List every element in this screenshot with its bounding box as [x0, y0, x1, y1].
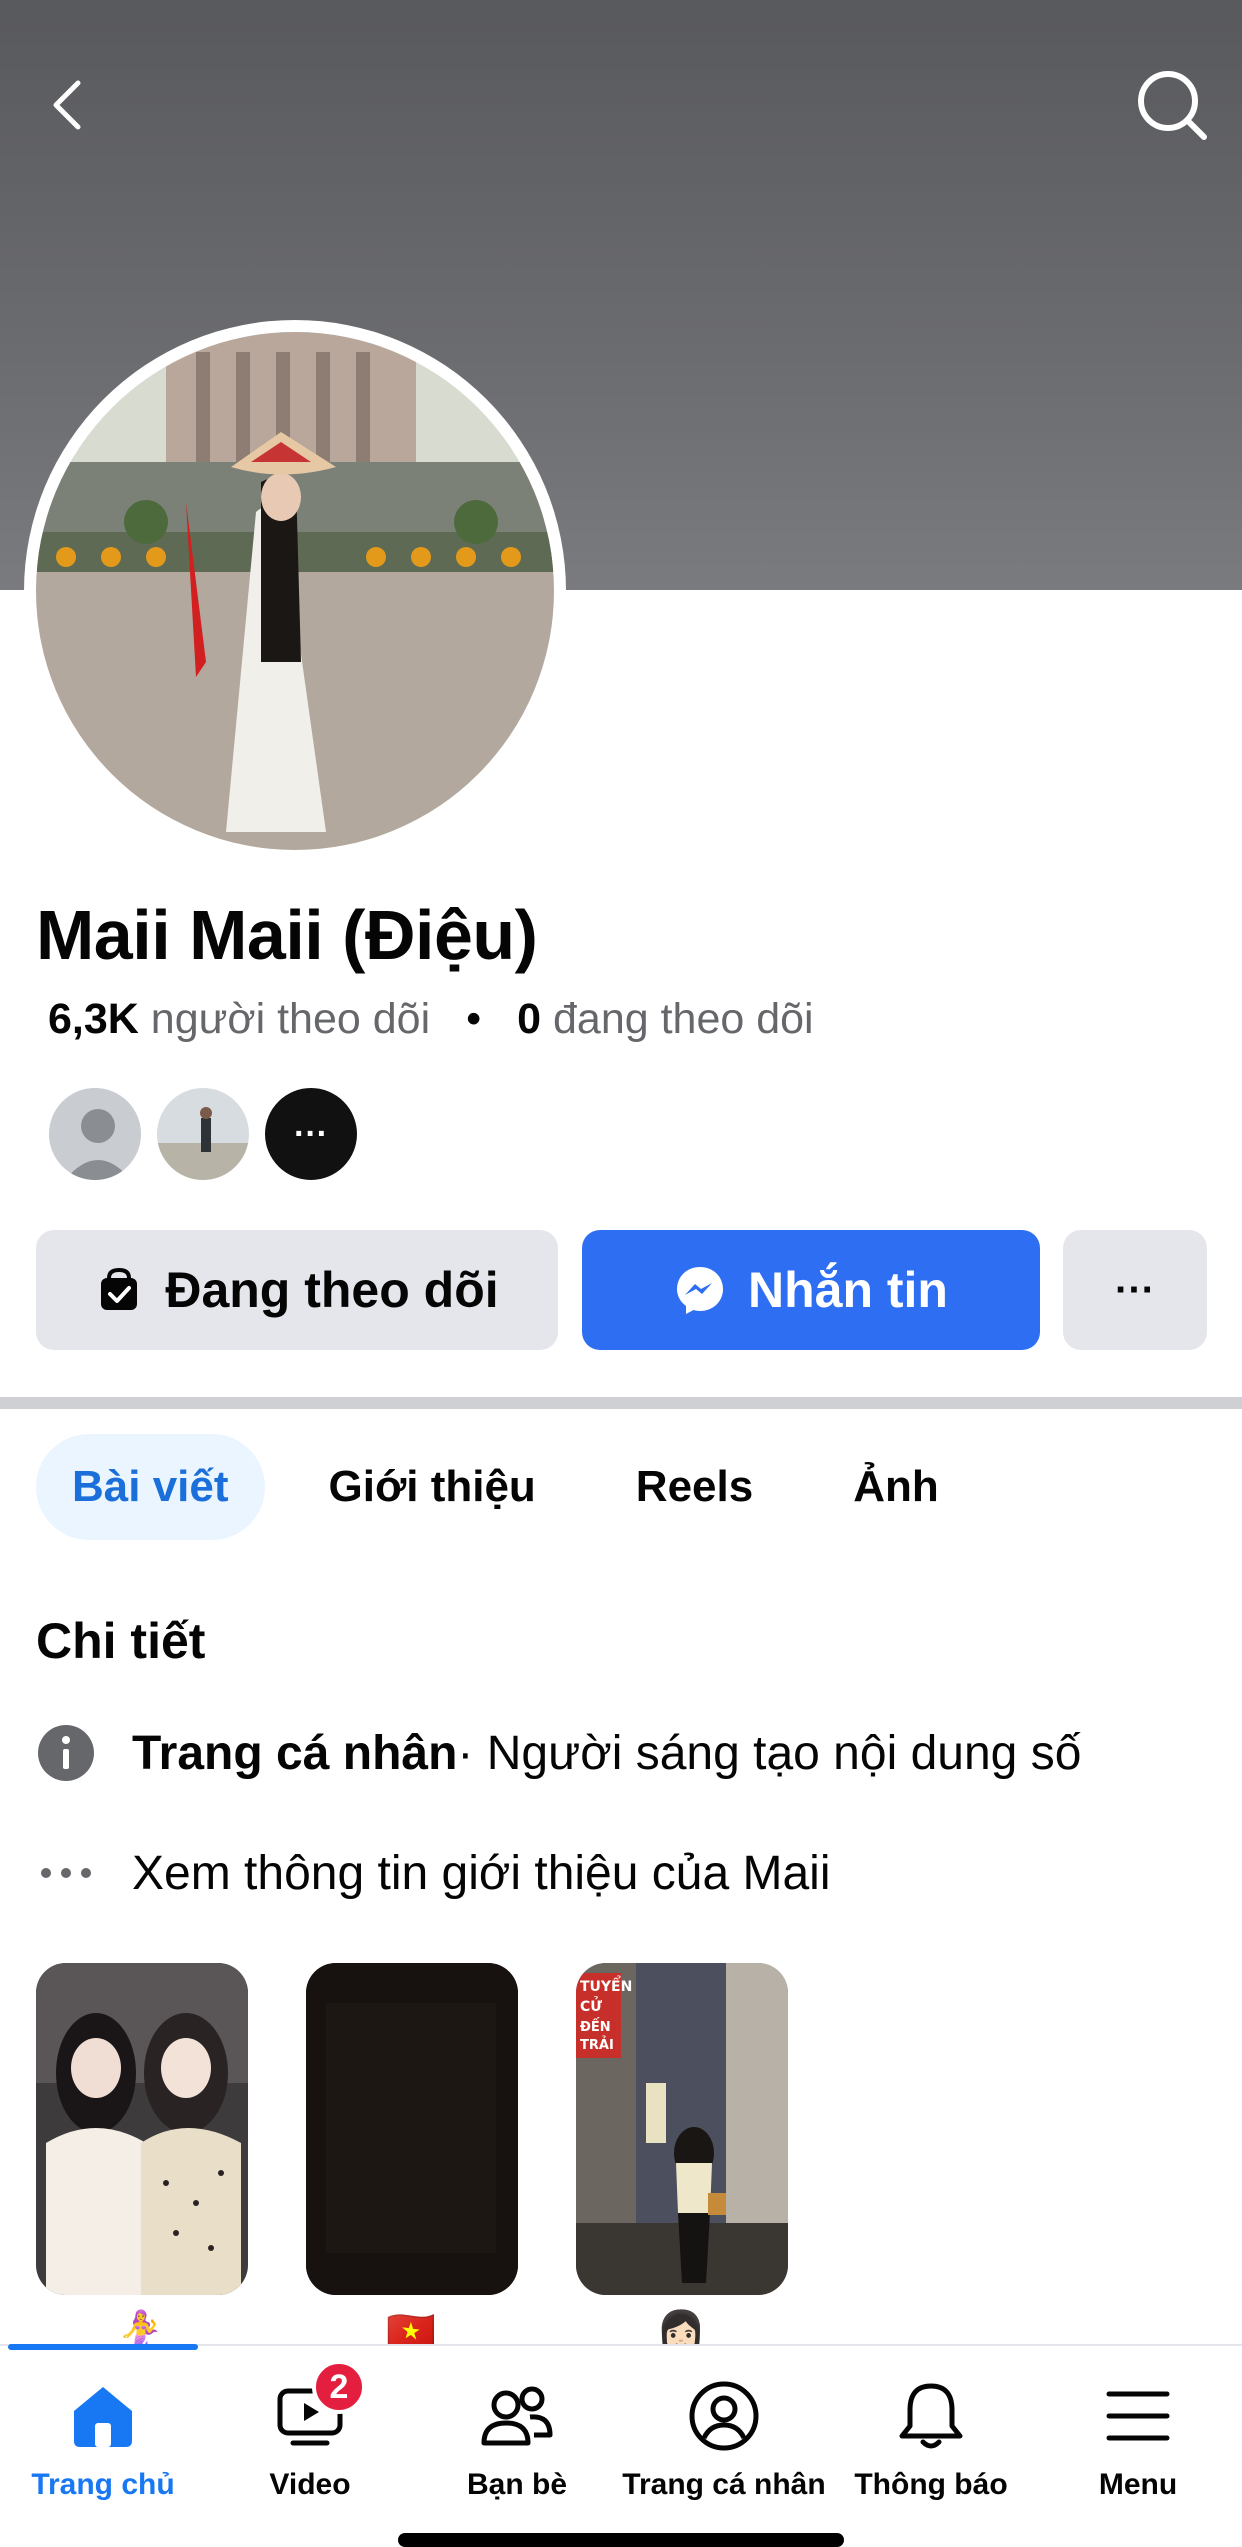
svg-text:TRẢI: TRẢI	[580, 2036, 614, 2053]
chevron-left-icon	[53, 80, 81, 130]
tabbar-menu[interactable]: Menu	[1033, 2376, 1242, 2502]
messenger-icon	[677, 1267, 723, 1314]
more-options-label: ···	[1115, 1267, 1155, 1312]
stats-separator: •	[466, 995, 482, 1043]
tabbar-video-label: Video	[269, 2468, 351, 2501]
profile-name: Maii Maii (Điệu)	[36, 896, 538, 974]
details-title: Chi tiết	[36, 1613, 206, 1669]
following-button[interactable]: Đang theo dõi	[36, 1230, 558, 1350]
home-icon	[63, 2376, 143, 2456]
default-avatar-icon	[49, 1088, 141, 1180]
tabbar-friends-label: Bạn bè	[466, 2468, 568, 2501]
friends-icon	[477, 2376, 557, 2456]
tabbar-notifications-label: Thông báo	[854, 2468, 1008, 2501]
tabbar-menu-label: Menu	[1098, 2468, 1178, 2501]
highlight-photo	[306, 1963, 518, 2295]
svg-text:ĐẾN: ĐẾN	[580, 2018, 611, 2035]
search-button[interactable]	[1127, 60, 1217, 150]
more-dots-icon	[36, 1843, 96, 1903]
highlight-item-3[interactable]: TUYỂN CỬ ĐẾN TRẢI	[576, 1963, 788, 2295]
tab-about[interactable]: Giới thiệu	[293, 1434, 572, 1540]
tabbar-profile-label: Trang cá nhân	[622, 2468, 826, 2501]
bottom-tab-bar: Trang chủ 2 Video Bạn bè Trang cá nhân T…	[0, 2344, 1242, 2547]
tabbar-notifications[interactable]: Thông báo	[826, 2376, 1036, 2502]
video-icon: 2	[270, 2360, 366, 2456]
menu-icon	[1098, 2376, 1178, 2456]
see-about-link[interactable]: Xem thông tin giới thiệu của Maii	[36, 1843, 831, 1903]
home-indicator	[398, 2533, 844, 2547]
info-icon	[36, 1723, 96, 1783]
mutual-avatar-1[interactable]	[46, 1085, 144, 1183]
message-button[interactable]: Nhắn tin	[582, 1230, 1040, 1350]
detail-category-type: Trang cá nhân	[132, 1726, 458, 1780]
tabbar-friends[interactable]: Bạn bè	[412, 2376, 622, 2502]
mutual-avatar-2[interactable]	[154, 1085, 252, 1183]
bell-icon	[891, 2376, 971, 2456]
back-button[interactable]	[25, 60, 115, 150]
active-tab-indicator	[8, 2344, 198, 2350]
following-button-label: Đang theo dõi	[165, 1262, 499, 1318]
followers-count: 6,3K	[48, 995, 139, 1043]
tabbar-home-label: Trang chủ	[31, 2468, 175, 2501]
tab-posts[interactable]: Bài viết	[36, 1434, 265, 1540]
highlight-item-1[interactable]	[36, 1963, 248, 2295]
mutual-more-button[interactable]: ···	[262, 1085, 360, 1183]
video-badge: 2	[312, 2360, 366, 2414]
profile-icon	[684, 2376, 764, 2456]
tab-photos[interactable]: Ảnh	[817, 1434, 975, 1540]
section-divider	[0, 1397, 1242, 1409]
detail-category-value: · Người sáng tạo nội dung số	[457, 1726, 1082, 1780]
followers-label: người theo dõi	[150, 995, 431, 1043]
tab-reels[interactable]: Reels	[600, 1434, 789, 1540]
svg-text:CỬ: CỬ	[580, 1996, 602, 2015]
profile-tabs: Bài viết Giới thiệu Reels Ảnh	[36, 1434, 1003, 1540]
detail-category: Trang cá nhân · Người sáng tạo nội dung …	[36, 1723, 1081, 1783]
highlight-photo	[36, 1963, 248, 2295]
following-count: 0	[517, 995, 542, 1043]
highlight-item-2[interactable]	[306, 1963, 518, 2295]
highlight-photo: TUYỂN CỬ ĐẾN TRẢI	[576, 1963, 788, 2295]
profile-avatar[interactable]	[24, 320, 566, 862]
more-options-button[interactable]: ···	[1063, 1230, 1207, 1350]
message-button-label: Nhắn tin	[748, 1262, 948, 1318]
profile-photo	[36, 332, 554, 850]
tabbar-profile[interactable]: Trang cá nhân	[619, 2376, 829, 2502]
following-label: đang theo dõi	[552, 995, 814, 1043]
mutual-more-label: ···	[294, 1114, 328, 1153]
search-icon	[1138, 71, 1207, 140]
see-about-label: Xem thông tin giới thiệu của Maii	[132, 1846, 831, 1900]
following-check-icon	[101, 1267, 138, 1310]
tabbar-home[interactable]: Trang chủ	[0, 2376, 208, 2502]
follow-stats[interactable]: 6,3K người theo dõi • 0 đang theo dõi	[48, 995, 814, 1044]
tabbar-video[interactable]: 2 Video	[205, 2360, 415, 2502]
